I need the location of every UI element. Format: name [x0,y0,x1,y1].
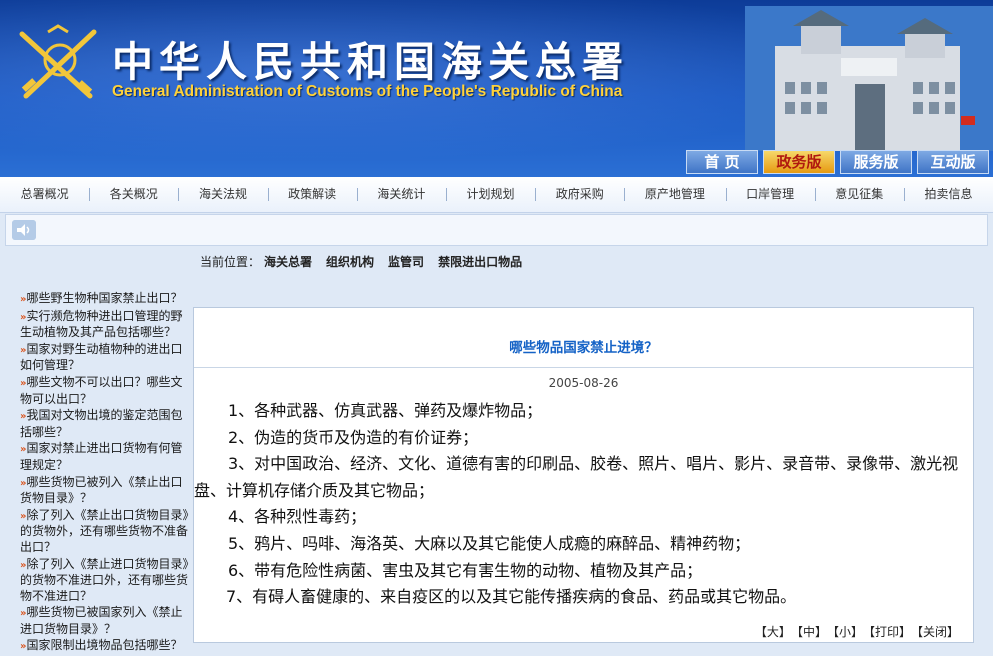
article-paragraph: 7、有碍人畜健康的、来自疫区的以及其它能传播疾病的食品、药品或其它物品。 [226,587,797,607]
nav-item-auction[interactable]: 拍卖信息 [903,177,993,212]
breadcrumb-label: 当前位置： [200,255,261,269]
nav-item-ports[interactable]: 口岸管理 [725,177,815,212]
article-body: 1、各种武器、仿真武器、弹药及爆炸物品； 2、伪造的货币及伪造的有价证券； 3、… [194,398,969,611]
font-small-button[interactable]: 【小】 [833,625,863,639]
sidebar-link[interactable]: »除了列入《禁止出口货物目录》的货物外，还有哪些货物不准备出口？ [20,508,192,556]
nav-item-overview[interactable]: 总署概况 [0,177,89,212]
breadcrumb-item[interactable]: 组织机构 [326,255,374,269]
print-button[interactable]: 【打印】 [869,625,911,639]
article-paragraph: 5、鸦片、吗啡、海洛英、大麻以及其它能使人成瘾的麻醉品、精神药物； [228,533,751,553]
headquarters-building-image [745,6,993,151]
sidebar-link[interactable]: »哪些货物已被列入《禁止出口货物目录》？ [20,475,192,507]
article-tools: 【大】 【中】 【小】 【打印】 【关闭】 [749,623,959,640]
nav-item-branches[interactable]: 各关概况 [89,177,178,212]
audio-bar [5,214,988,246]
customs-emblem-icon [19,24,97,99]
sidebar-link[interactable]: »实行濒危物种进出口管理的野生动植物及其产品包括哪些？ [20,309,192,341]
related-questions-sidebar: »哪些野生物种国家禁止出口？ »实行濒危物种进出口管理的野生动植物及其产品包括哪… [20,291,192,656]
mode-interactive[interactable]: 互动版 [917,150,989,174]
article-paragraph: 6、带有危险性病菌、害虫及其它有害生物的动物、植物及其产品； [228,560,703,580]
article-paragraph: 2、伪造的货币及伪造的有价证券； [228,427,479,447]
sidebar-link[interactable]: »我国对文物出境的鉴定范围包括哪些？ [20,408,192,440]
article-date: 2005-08-26 [548,376,619,390]
mode-service[interactable]: 服务版 [840,150,912,174]
sidebar-link[interactable]: »哪些文物不可以出口？哪些文物可以出口？ [20,375,192,407]
sidebar-link[interactable]: »国家对禁止进出口货物有何管理规定？ [20,441,192,473]
nav-item-planning[interactable]: 计划规划 [445,177,535,212]
mode-home[interactable]: 首 页 [686,150,758,174]
breadcrumb-item[interactable]: 海关总署 [264,255,312,269]
sidebar-link[interactable]: »哪些货物已被国家列入《禁止进口货物目录》？ [20,605,192,637]
article-title: 哪些物品国家禁止进境？ [509,340,658,356]
nav-item-regulations[interactable]: 海关法规 [178,177,267,212]
main-nav: 总署概况 各关概况 海关法规 政策解读 海关统计 计划规划 政府采购 原产地管理… [0,177,993,213]
sidebar-link[interactable]: »国家对野生动植物种的进出口如何管理？ [20,342,192,374]
site-title-cn: 中华人民共和国海关总署 [112,38,629,86]
breadcrumb: 当前位置： 海关总署 组织机构 监管司 禁限进出口物品 [200,253,536,270]
nav-item-procurement[interactable]: 政府采购 [535,177,624,212]
sidebar-link[interactable]: »除了列入《禁止进口货物目录》的货物不准进口外，还有哪些货物不准进口？ [20,557,192,605]
article-paragraph: 4、各种烈性毒药； [228,507,367,527]
close-button[interactable]: 【关闭】 [917,625,959,639]
breadcrumb-item[interactable]: 监管司 [388,255,424,269]
nav-item-policy[interactable]: 政策解读 [267,177,357,212]
title-divider [194,367,973,368]
nav-item-origin[interactable]: 原产地管理 [624,177,725,212]
version-switcher: 首 页 政务版 服务版 互动版 [686,150,989,174]
nav-item-feedback[interactable]: 意见征集 [814,177,904,212]
article-paragraph: 3、对中国政治、经济、文化、道德有害的印刷品、胶卷、照片、唱片、影片、录音带、录… [194,454,959,500]
font-medium-button[interactable]: 【中】 [797,625,827,639]
sidebar-link[interactable]: »哪些野生物种国家禁止出口？ [20,291,192,308]
font-large-button[interactable]: 【大】 [755,625,791,639]
mode-government[interactable]: 政务版 [763,150,835,174]
breadcrumb-item[interactable]: 禁限进出口物品 [438,255,522,269]
article-paragraph: 1、各种武器、仿真武器、弹药及爆炸物品； [228,401,543,420]
site-banner: 中华人民共和国海关总署 General Administration of Cu… [0,0,993,177]
site-title-en: General Administration of Customs of the… [112,83,623,100]
nav-item-statistics[interactable]: 海关统计 [356,177,446,212]
speaker-icon[interactable] [12,220,36,240]
article-panel: 哪些物品国家禁止进境？ 2005-08-26 1、各种武器、仿真武器、弹药及爆炸… [193,307,974,643]
